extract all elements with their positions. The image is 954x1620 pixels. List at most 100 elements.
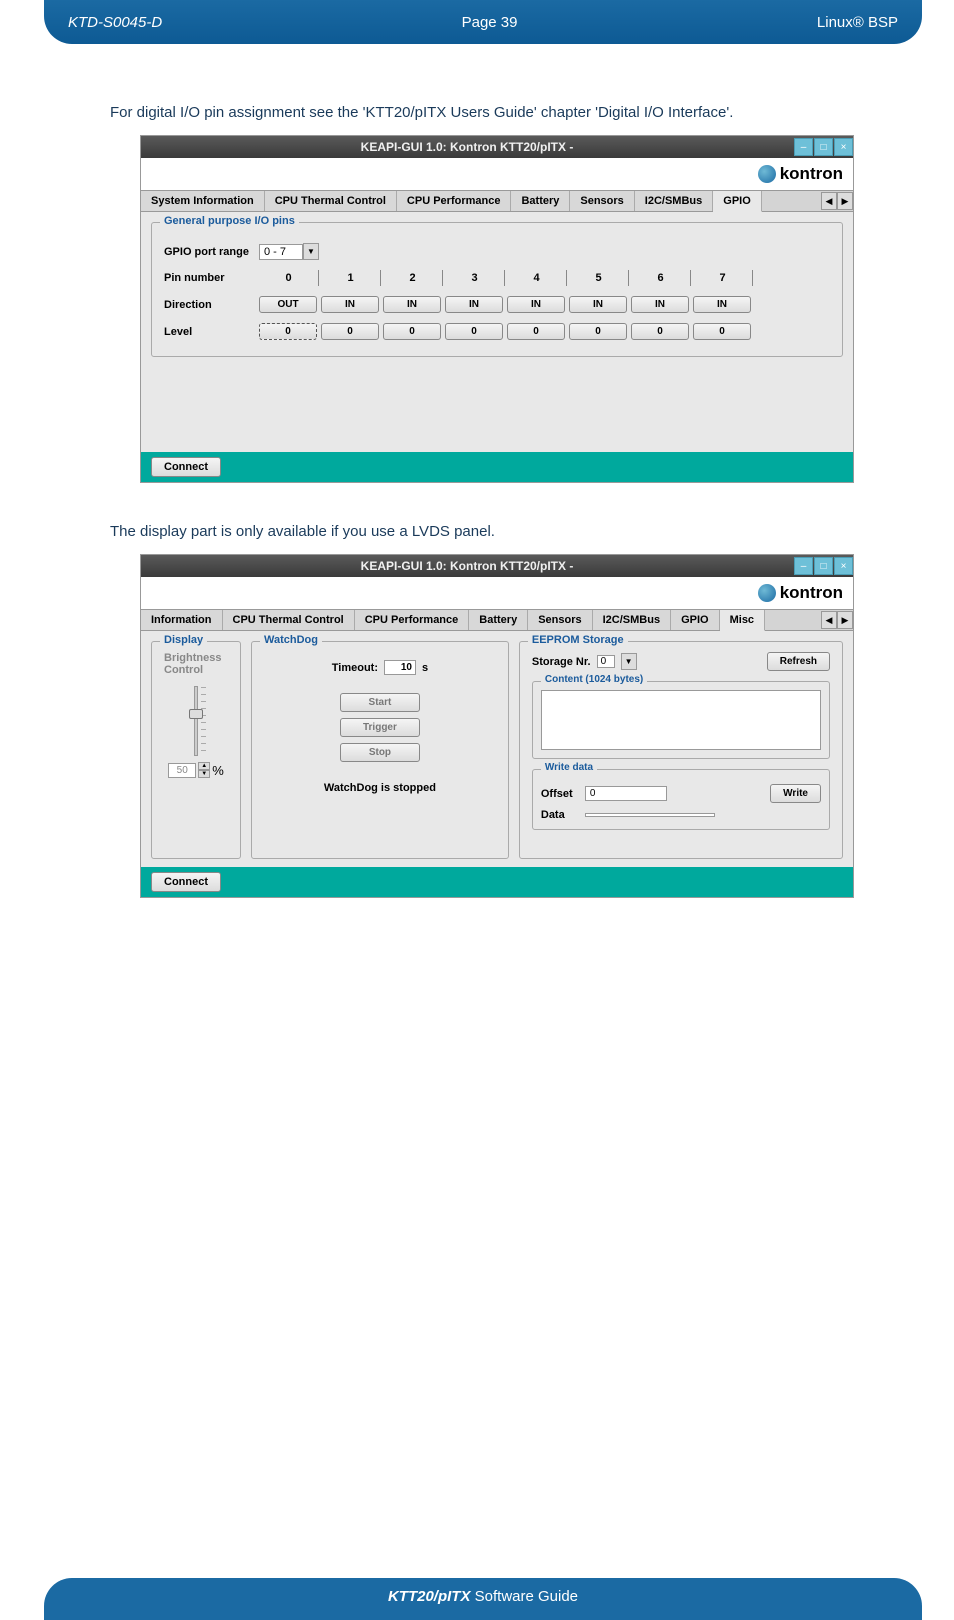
- maximize-icon[interactable]: □: [814, 557, 833, 575]
- chevron-down-icon[interactable]: ▼: [303, 243, 319, 260]
- level-label: Level: [164, 326, 259, 338]
- watchdog-title: WatchDog: [260, 634, 322, 646]
- tab-prev-icon[interactable]: ◀: [821, 611, 837, 629]
- brightness-slider[interactable]: 50 ▲▼ %: [164, 686, 228, 778]
- storage-label: Storage Nr.: [532, 656, 591, 668]
- page-footer: KTT20/pITX Software Guide: [44, 1578, 922, 1620]
- chevron-down-icon[interactable]: ▼: [621, 653, 637, 670]
- misc-panel: Display Brightness Control 50 ▲▼ % Watch…: [141, 631, 853, 867]
- app-window-misc: KEAPI-GUI 1.0: Kontron KTT20/pITX - – □ …: [140, 554, 854, 898]
- app-window-gpio: KEAPI-GUI 1.0: Kontron KTT20/pITX - – □ …: [140, 135, 854, 483]
- eeprom-fieldset: EEPROM Storage Storage Nr. 0▼ Refresh Co…: [519, 641, 843, 859]
- tab-bar: InformationCPU Thermal ControlCPU Perfor…: [141, 609, 853, 631]
- tab-cpu-performance[interactable]: CPU Performance: [355, 610, 470, 630]
- slider-track[interactable]: [194, 686, 198, 756]
- tab-battery[interactable]: Battery: [511, 191, 570, 211]
- direction-button[interactable]: IN: [631, 296, 689, 313]
- pin-header: 7: [693, 270, 753, 286]
- direction-button[interactable]: IN: [569, 296, 627, 313]
- slider-thumb[interactable]: [189, 709, 203, 719]
- tab-gpio[interactable]: GPIO: [713, 191, 762, 212]
- connect-button[interactable]: Connect: [151, 457, 221, 477]
- offset-input[interactable]: 0: [585, 786, 667, 801]
- level-button[interactable]: 0: [693, 323, 751, 340]
- tab-next-icon[interactable]: ▶: [837, 192, 853, 210]
- brand-bar: kontron: [141, 158, 853, 190]
- pct-label: %: [212, 763, 224, 778]
- tab-sensors[interactable]: Sensors: [528, 610, 592, 630]
- offset-label: Offset: [541, 788, 579, 800]
- chevron-down-icon[interactable]: ▼: [198, 770, 210, 778]
- storage-select[interactable]: 0: [597, 655, 615, 668]
- tab-next-icon[interactable]: ▶: [837, 611, 853, 629]
- level-button[interactable]: 0: [507, 323, 565, 340]
- window-title: KEAPI-GUI 1.0: Kontron KTT20/pITX -: [141, 559, 793, 573]
- write-fieldset: Write data Offset 0 Write Data: [532, 769, 830, 830]
- level-button[interactable]: 0: [631, 323, 689, 340]
- maximize-icon[interactable]: □: [814, 138, 833, 156]
- tab-information[interactable]: Information: [141, 610, 223, 630]
- tab-misc[interactable]: Misc: [720, 610, 765, 631]
- page-num: Page 39: [462, 14, 518, 31]
- tab-cpu-thermal-control[interactable]: CPU Thermal Control: [265, 191, 397, 211]
- connect-bar: Connect: [141, 867, 853, 897]
- brightness-value[interactable]: 50: [168, 763, 196, 778]
- close-icon[interactable]: ×: [834, 557, 853, 575]
- level-button[interactable]: 0: [259, 323, 317, 340]
- direction-button[interactable]: IN: [321, 296, 379, 313]
- pin-number-label: Pin number: [164, 272, 259, 284]
- pin-header: 3: [445, 270, 505, 286]
- fieldset-title: General purpose I/O pins: [160, 215, 299, 227]
- pin-header: 6: [631, 270, 691, 286]
- direction-button[interactable]: IN: [445, 296, 503, 313]
- tab-cpu-thermal-control[interactable]: CPU Thermal Control: [223, 610, 355, 630]
- brand-text: kontron: [780, 583, 843, 603]
- brand-bar: kontron: [141, 577, 853, 609]
- data-input[interactable]: [585, 813, 715, 817]
- watchdog-status: WatchDog is stopped: [264, 782, 496, 794]
- write-button[interactable]: Write: [770, 784, 821, 803]
- tab-cpu-performance[interactable]: CPU Performance: [397, 191, 512, 211]
- footer-product: KTT20/pITX: [388, 1588, 471, 1605]
- minimize-icon[interactable]: –: [794, 557, 813, 575]
- gpio-fieldset: General purpose I/O pins GPIO port range…: [151, 222, 843, 357]
- tab-system-information[interactable]: System Information: [141, 191, 265, 211]
- stop-button[interactable]: Stop: [340, 743, 420, 762]
- level-button[interactable]: 0: [569, 323, 627, 340]
- product: Linux® BSP: [817, 14, 898, 31]
- brand-text: kontron: [780, 164, 843, 184]
- tab-i2c-smbus[interactable]: I2C/SMBus: [635, 191, 713, 211]
- direction-button[interactable]: OUT: [259, 296, 317, 313]
- direction-button[interactable]: IN: [693, 296, 751, 313]
- minimize-icon[interactable]: –: [794, 138, 813, 156]
- trigger-button[interactable]: Trigger: [340, 718, 420, 737]
- tab-bar: System InformationCPU Thermal ControlCPU…: [141, 190, 853, 212]
- refresh-button[interactable]: Refresh: [767, 652, 830, 671]
- close-icon[interactable]: ×: [834, 138, 853, 156]
- direction-button[interactable]: IN: [383, 296, 441, 313]
- spinner-buttons[interactable]: ▲▼: [198, 762, 210, 778]
- tab-prev-icon[interactable]: ◀: [821, 192, 837, 210]
- level-button[interactable]: 0: [445, 323, 503, 340]
- timeout-unit: s: [422, 662, 428, 674]
- connect-button[interactable]: Connect: [151, 872, 221, 892]
- kontron-icon: [758, 584, 776, 602]
- pin-header: 5: [569, 270, 629, 286]
- titlebar: KEAPI-GUI 1.0: Kontron KTT20/pITX - – □ …: [141, 555, 853, 577]
- content-box[interactable]: [541, 690, 821, 750]
- tab-battery[interactable]: Battery: [469, 610, 528, 630]
- kontron-icon: [758, 165, 776, 183]
- pin-header: 4: [507, 270, 567, 286]
- chevron-up-icon[interactable]: ▲: [198, 762, 210, 770]
- gpio-panel: General purpose I/O pins GPIO port range…: [141, 212, 853, 452]
- pin-header: 1: [321, 270, 381, 286]
- start-button[interactable]: Start: [340, 693, 420, 712]
- port-range-select[interactable]: 0 - 7: [259, 244, 303, 260]
- tab-i2c-smbus[interactable]: I2C/SMBus: [593, 610, 671, 630]
- level-button[interactable]: 0: [321, 323, 379, 340]
- timeout-input[interactable]: 10: [384, 660, 416, 675]
- direction-button[interactable]: IN: [507, 296, 565, 313]
- tab-sensors[interactable]: Sensors: [570, 191, 634, 211]
- tab-gpio[interactable]: GPIO: [671, 610, 720, 630]
- level-button[interactable]: 0: [383, 323, 441, 340]
